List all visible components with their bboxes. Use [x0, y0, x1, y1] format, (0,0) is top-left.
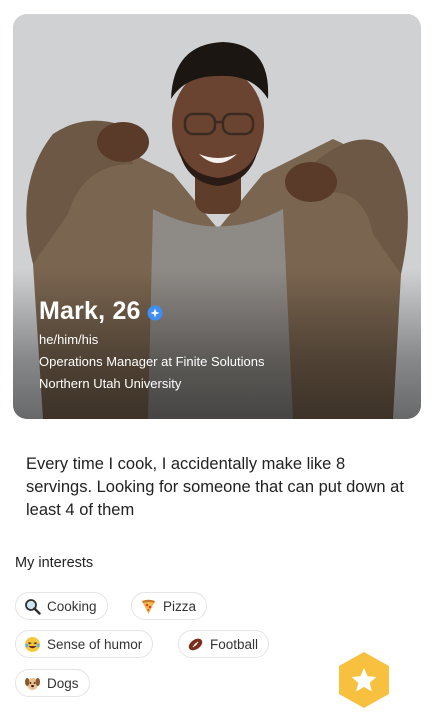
- interest-chip-pizza[interactable]: Pizza: [131, 592, 208, 620]
- verified-badge-icon: [147, 305, 163, 320]
- interest-label: Football: [210, 636, 259, 652]
- magnifier-icon: [25, 598, 41, 615]
- interest-label: Pizza: [163, 598, 197, 614]
- interest-label: Cooking: [47, 598, 97, 614]
- football-icon: [188, 638, 203, 650]
- profile-photo-card[interactable]: Mark, 26 he/him/his Operations Manager a…: [13, 14, 421, 419]
- name-age: Mark, 26: [39, 297, 141, 325]
- dog-icon: [25, 677, 40, 690]
- job-title: Operations Manager at Finite Solutions: [39, 354, 265, 369]
- name-row: Mark, 26: [39, 297, 264, 326]
- profile-info: Mark, 26 he/him/his Operations Manager a…: [39, 297, 264, 391]
- interest-label: Dogs: [47, 675, 79, 691]
- interests-heading: My interests: [15, 555, 94, 571]
- school: Northern Utah University: [39, 376, 182, 391]
- super-like-button[interactable]: [334, 650, 394, 710]
- laughing-face-icon: [25, 636, 40, 652]
- interest-chip-cooking[interactable]: Cooking: [15, 592, 108, 620]
- bio-text: Every time I cook, I accidentally make l…: [26, 455, 404, 519]
- interest-chip-football[interactable]: Football: [178, 630, 270, 658]
- pizza-icon: [142, 599, 155, 614]
- pronouns: he/him/his: [39, 332, 99, 347]
- interest-chip-dogs[interactable]: Dogs: [15, 669, 90, 697]
- interest-label: Sense of humor: [47, 636, 143, 652]
- interest-chip-sense-of-humor[interactable]: Sense of humor: [15, 630, 154, 658]
